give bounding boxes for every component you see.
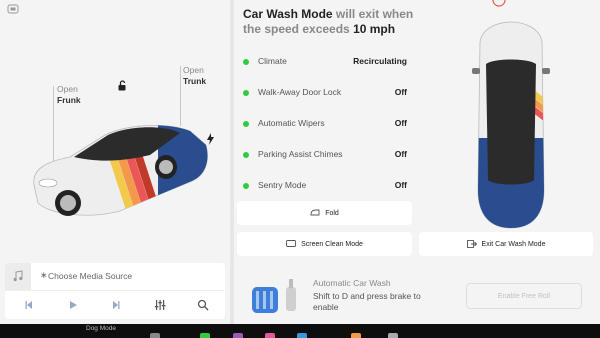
title-muted: will exit when [332, 7, 414, 21]
setting-row-parking-chimes: Parking Assist Chimes Off [243, 147, 413, 163]
frunk-action-label: Open [57, 84, 78, 94]
next-icon[interactable] [109, 298, 123, 312]
status-dot [243, 183, 249, 189]
trunk-action-label: Open [183, 65, 204, 75]
media-player: ∗ Choose Media Source [5, 263, 225, 319]
fold-mirror-icon [310, 209, 320, 216]
fold-mirrors-button[interactable]: Fold [237, 201, 412, 225]
auto-car-wash-description: Shift to D and press brake to enable [313, 291, 421, 312]
title-speed: 10 mph [353, 22, 396, 36]
screen-icon [286, 240, 297, 247]
setting-value: Off [394, 180, 407, 190]
setting-value: Off [394, 87, 407, 97]
setting-label: Sentry Mode [258, 180, 307, 190]
status-dot [243, 152, 249, 158]
taskbar-app-icon[interactable] [388, 333, 398, 338]
album-art [5, 263, 31, 290]
previous-icon[interactable] [22, 298, 36, 312]
play-icon[interactable] [66, 298, 80, 312]
search-icon[interactable] [196, 298, 210, 312]
taskbar-app-icon[interactable] [233, 333, 243, 338]
equalizer-icon[interactable] [153, 298, 167, 312]
taskbar-app-icon[interactable] [200, 333, 210, 338]
setting-label: Climate [258, 56, 287, 66]
setting-row-walk-away-lock: Walk-Away Door Lock Off [243, 85, 413, 101]
status-dot [243, 90, 249, 96]
auto-car-wash-title: Automatic Car Wash [313, 278, 391, 288]
trunk-label: Trunk [183, 76, 207, 86]
title-bold: Car Wash Mode [243, 7, 333, 21]
taskbar-app-icon[interactable] [150, 333, 160, 338]
setting-label: Parking Assist Chimes [258, 149, 343, 159]
exit-label: Exit Car Wash Mode [481, 240, 546, 248]
setting-row-climate: Climate Recirculating [243, 54, 413, 70]
car-wash-icon [252, 279, 296, 313]
car-profile-icon[interactable] [7, 4, 19, 14]
taskbar-app-icon[interactable] [297, 333, 307, 338]
exit-icon [466, 240, 477, 248]
screen-clean-label: Screen Clean Mode [301, 240, 363, 248]
vehicle-panel: Open Frunk Open Trunk ∗ Choose Media Sou… [0, 0, 230, 324]
frunk-label: Frunk [57, 95, 81, 105]
setting-value: Off [394, 149, 407, 159]
setting-label: Walk-Away Door Lock [258, 87, 342, 97]
music-note-icon [13, 270, 23, 282]
car-wash-mode-title: Car Wash Mode will exit when the speed e… [243, 7, 443, 37]
screen-clean-mode-button[interactable]: Screen Clean Mode [237, 232, 412, 256]
setting-label: Automatic Wipers [258, 118, 325, 128]
speed-limit-icon [492, 0, 506, 7]
exit-car-wash-button[interactable]: Exit Car Wash Mode [419, 232, 593, 256]
enable-free-roll-button[interactable]: Enable Free Roll [466, 283, 582, 309]
open-trunk-button[interactable]: Open Trunk [183, 65, 206, 87]
status-dot [243, 59, 249, 65]
fold-label: Fold [325, 209, 339, 217]
status-dot [243, 121, 249, 127]
taskbar-app-icon[interactable] [351, 333, 361, 338]
media-source-selector[interactable]: ∗ Choose Media Source [5, 263, 225, 291]
dog-mode-label[interactable]: Dog Mode [86, 325, 116, 332]
open-frunk-button[interactable]: Open Frunk [57, 84, 81, 106]
setting-row-auto-wipers: Automatic Wipers Off [243, 116, 413, 132]
media-source-label: Choose Media Source [48, 271, 133, 281]
title-line2: the speed exceeds [243, 22, 354, 36]
car-top-illustration [472, 21, 550, 229]
unlock-icon[interactable] [117, 80, 128, 91]
setting-value: Recirculating [353, 56, 407, 66]
setting-value: Off [394, 118, 407, 128]
taskbar-app-icon[interactable] [265, 333, 275, 338]
bluetooth-icon: ∗ [40, 270, 48, 280]
car-side-illustration [33, 125, 208, 216]
setting-row-sentry: Sentry Mode Off [243, 178, 413, 194]
